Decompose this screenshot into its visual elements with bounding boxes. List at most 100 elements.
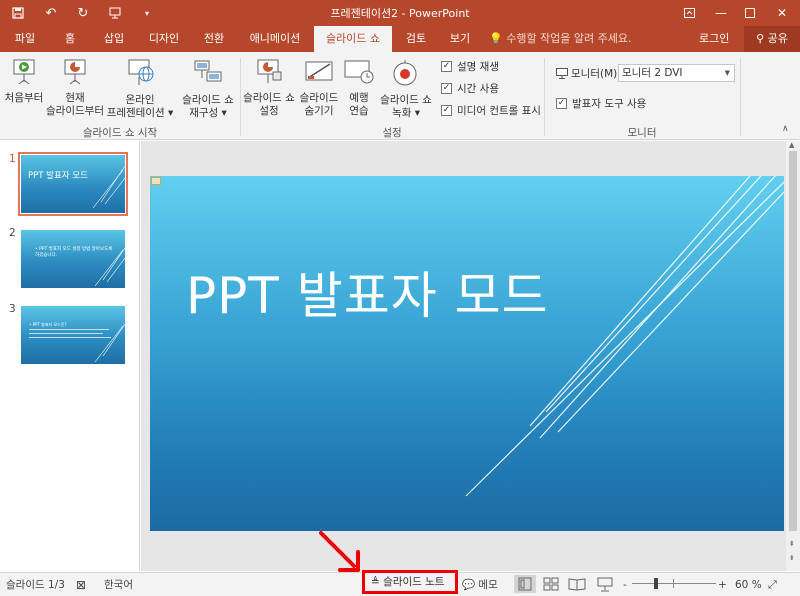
tab-slideshow[interactable]: 슬라이드 쇼: [314, 26, 392, 52]
thumbnail-decoration: [94, 323, 125, 363]
from-current-icon: [64, 59, 86, 85]
notes-icon: ≜: [371, 576, 380, 588]
ribbon-panel: 처음부터 현재 슬라이드부터 온라인 프레젠테이션 ▾ 슬라이드 쇼 재구성 ▾…: [0, 52, 800, 140]
setup-label-1: 슬라이드 쇼: [243, 92, 295, 104]
rehearse-label-2: 연습: [349, 105, 369, 117]
spell-check-icon[interactable]: ⊠: [76, 573, 86, 596]
tab-design[interactable]: 디자인: [140, 26, 188, 52]
reading-view-button[interactable]: [566, 575, 588, 593]
annotation-arrow-icon: [319, 531, 360, 572]
use-timings-label: 시간 사용: [457, 82, 499, 95]
thumbnail-decoration: [92, 165, 125, 209]
tab-file[interactable]: 파일: [4, 26, 46, 52]
record-slideshow-button[interactable]: 슬라이드 쇼 녹화 ▾: [376, 56, 436, 122]
comment-bubble-icon: 💬: [462, 579, 476, 591]
zoom-out-button[interactable]: -: [623, 573, 627, 596]
hide-slide-icon: [305, 61, 333, 81]
ribbon-tabs: 파일 홈 삽입 디자인 전환 애니메이션 슬라이드 쇼 검토 보기 💡 수행할 …: [0, 26, 800, 52]
checkbox-checked-icon: ✓: [441, 104, 452, 116]
use-timings-checkbox[interactable]: ✓ 시간 사용: [441, 81, 499, 95]
thumbnail-number: 1: [9, 153, 16, 165]
fit-slide-icon[interactable]: ⤢: [768, 573, 777, 596]
from-beginning-button[interactable]: 처음부터: [2, 56, 46, 122]
tab-transitions[interactable]: 전환: [193, 26, 235, 52]
ribbon-display-options-icon[interactable]: [679, 3, 699, 23]
zoom-slider-center-tick: [673, 579, 674, 588]
record-slideshow-icon: [393, 60, 417, 86]
presenter-view-label: 발표자 도구 사용: [572, 97, 647, 110]
from-current-label-1: 현재: [65, 92, 85, 104]
tab-insert[interactable]: 삽입: [95, 26, 133, 52]
scrollbar-thumb[interactable]: [789, 151, 797, 531]
hide-slide-button[interactable]: 슬라이드 숨기기: [296, 56, 342, 122]
zoom-level[interactable]: 60 %: [735, 573, 762, 596]
monitor-icon: [556, 68, 568, 79]
monitor-label: 모니터(M):: [571, 68, 621, 80]
thumbnail-number: 2: [9, 227, 16, 239]
zoom-slider-thumb[interactable]: [654, 578, 658, 589]
present-online-icon: [128, 59, 154, 85]
custom-slideshow-label-1: 슬라이드 쇼: [182, 94, 234, 106]
setup-slideshow-button[interactable]: 슬라이드 쇼 설정: [242, 56, 296, 122]
monitor-select-value: 모니터 2 DVI: [622, 67, 683, 79]
thumbnail-text-line: [29, 333, 103, 334]
normal-view-button[interactable]: [514, 575, 536, 593]
slide-sorter-icon: [543, 577, 559, 591]
tell-me-search[interactable]: 💡 수행할 작업을 알려 주세요.: [489, 26, 632, 52]
rehearse-timings-button[interactable]: 예행 연습: [342, 56, 376, 122]
scroll-up-icon[interactable]: ▲: [789, 141, 794, 149]
tab-home[interactable]: 홈: [52, 26, 88, 52]
close-icon[interactable]: ✕: [772, 3, 792, 23]
notes-button[interactable]: ≜ 슬라이드 노트: [362, 570, 458, 594]
slide-thumbnail-3[interactable]: • PPT 발표자 모드란?: [21, 306, 125, 364]
tab-review[interactable]: 검토: [398, 26, 434, 52]
thumbnail-number: 3: [9, 303, 16, 315]
maximize-icon[interactable]: [740, 3, 760, 23]
previous-slide-icon[interactable]: ⇞: [789, 541, 795, 548]
collapse-ribbon-icon[interactable]: ∧: [782, 124, 789, 134]
present-online-label-2: 프레젠테이션 ▾: [106, 107, 174, 119]
show-media-controls-checkbox[interactable]: ✓ 미디어 컨트롤 표시: [441, 103, 541, 117]
zoom-in-button[interactable]: +: [718, 573, 727, 596]
slide-thumbnail-1[interactable]: PPT 발표자 모드: [18, 152, 128, 216]
hide-slide-label-2: 숨기기: [304, 105, 334, 117]
login-link[interactable]: 로그인: [699, 26, 729, 52]
next-slide-icon[interactable]: ⇟: [789, 555, 795, 562]
vertical-scrollbar[interactable]: ▲ ⇞ ⇟: [786, 141, 800, 571]
rehearse-timings-icon: [344, 60, 374, 84]
monitor-select[interactable]: 모니터 2 DVI ▼: [618, 64, 735, 82]
current-slide[interactable]: PPT 발표자 모드: [150, 176, 784, 531]
slideshow-view-button[interactable]: [594, 575, 616, 593]
group-separator: [740, 58, 741, 136]
slide-thumbnails-pane: 1 PPT 발표자 모드 2 • PPT 발표자 모드 설정 방법 알아보도록 …: [0, 141, 140, 571]
tell-me-text: 수행할 작업을 알려 주세요.: [506, 32, 632, 45]
custom-slideshow-icon: [194, 60, 222, 82]
checkbox-checked-icon: ✓: [556, 97, 567, 109]
checkbox-checked-icon: ✓: [441, 60, 452, 72]
from-current-slide-button[interactable]: 현재 슬라이드부터: [46, 56, 104, 122]
presenter-view-checkbox[interactable]: ✓ 발표자 도구 사용: [556, 96, 646, 110]
slide-thumbnail-2[interactable]: • PPT 발표자 모드 설정 방법 알아보도록 하겠습니다.: [21, 230, 125, 288]
comments-button[interactable]: 💬 메모: [462, 573, 498, 596]
monitor-field-label: 모니터(M):: [556, 66, 621, 81]
thumbnail-decoration: [94, 247, 125, 287]
language-indicator[interactable]: 한국어: [104, 573, 133, 596]
present-online-button[interactable]: 온라인 프레젠테이션 ▾: [104, 56, 176, 122]
play-narrations-checkbox[interactable]: ✓ 설명 재생: [441, 59, 499, 73]
share-button[interactable]: ⚲ 공유: [744, 26, 800, 52]
record-label-1: 슬라이드 쇼: [380, 94, 432, 106]
reading-view-icon: [568, 578, 586, 591]
comments-label: 메모: [478, 579, 498, 591]
slide-sorter-button[interactable]: [540, 575, 562, 593]
thumbnail-body: • PPT 발표자 모드란?: [29, 322, 67, 327]
zoom-slider-track[interactable]: [632, 583, 716, 584]
tab-view[interactable]: 보기: [442, 26, 478, 52]
share-label: 공유: [767, 32, 788, 45]
minimize-icon[interactable]: —: [711, 3, 731, 23]
lightbulb-icon: 💡: [489, 32, 503, 45]
setup-label-2: 설정: [259, 105, 279, 117]
tab-animations[interactable]: 애니메이션: [243, 26, 307, 52]
comment-icon[interactable]: [151, 177, 161, 185]
setup-slideshow-icon: [257, 59, 282, 83]
custom-slideshow-button[interactable]: 슬라이드 쇼 재구성 ▾: [176, 56, 240, 122]
